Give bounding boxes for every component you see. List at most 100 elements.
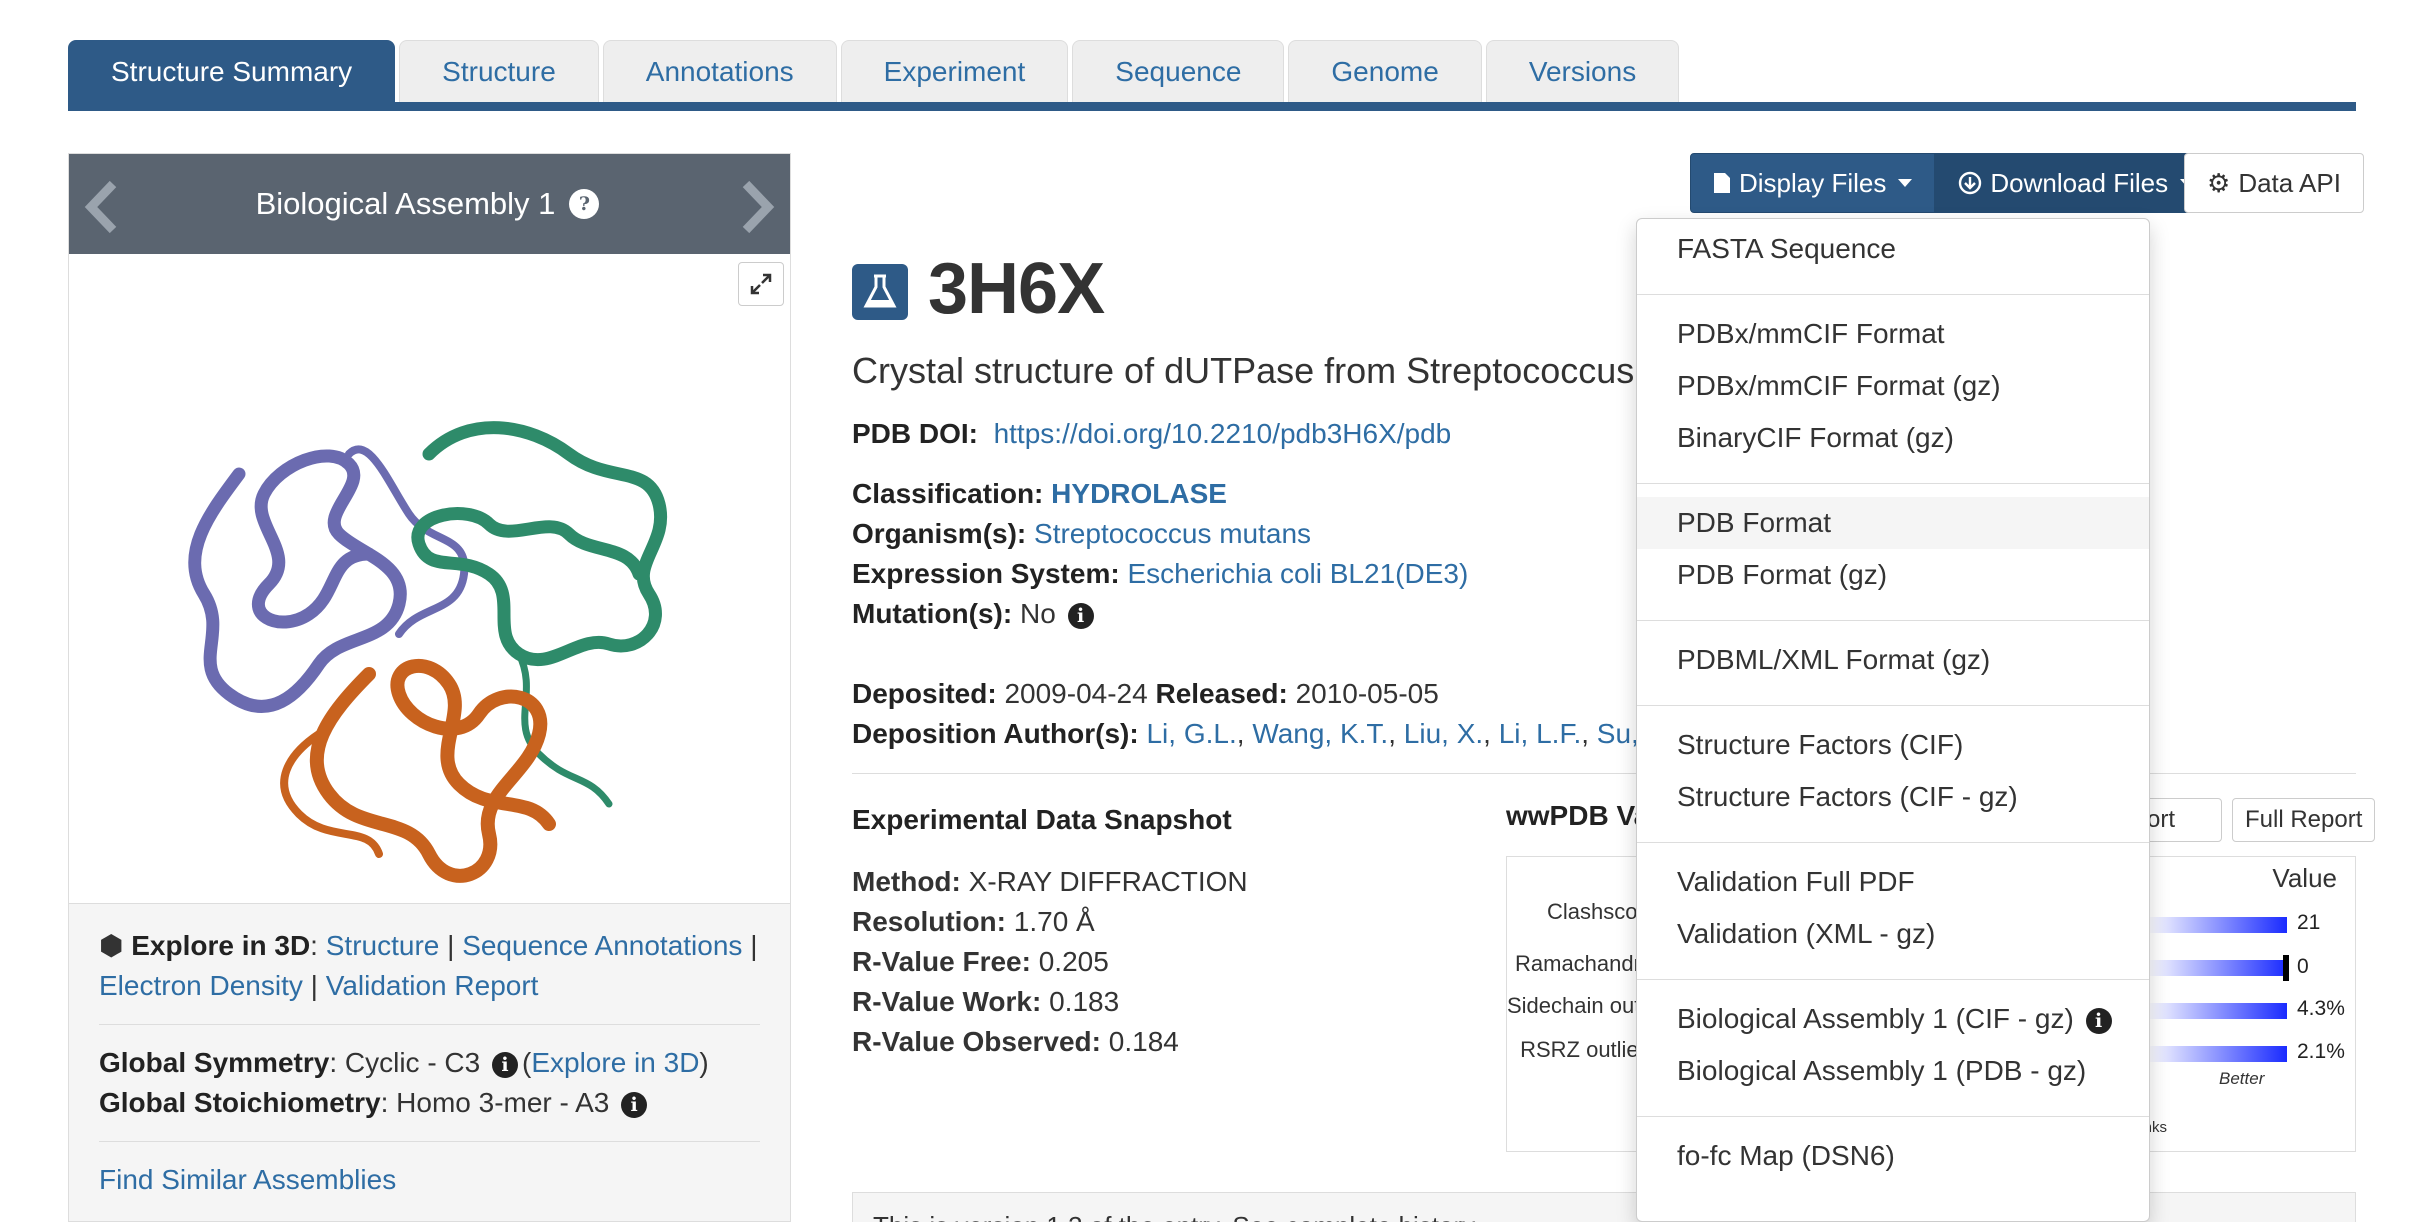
clashscore-bar [2147, 917, 2287, 933]
menu-item-fasta[interactable]: FASTA Sequence [1637, 223, 2149, 275]
version-note-text: This is version 1.3 of the entry. See co… [873, 1211, 1480, 1222]
info-icon[interactable]: i [1067, 602, 1094, 629]
tab-structure-summary[interactable]: Structure Summary [68, 40, 396, 102]
tab-sequence[interactable]: Sequence [1072, 40, 1285, 102]
organism-link[interactable]: Streptococcus mutans [1034, 518, 1311, 549]
data-api-button[interactable]: ⚙ Data API [2184, 153, 2364, 213]
menu-item-pdbml-xml-gz[interactable]: PDBML/XML Format (gz) [1637, 634, 2149, 686]
display-files-button[interactable]: Display Files [1690, 153, 1936, 213]
better-label: Better [2219, 1069, 2265, 1088]
author-link[interactable]: Wang, K.T. [1252, 718, 1388, 749]
tab-underline [68, 102, 2356, 111]
rsrz-label: RSRZ outliers [1520, 1037, 1657, 1062]
menu-item-fofc-map[interactable]: fo-fc Map (DSN6) [1637, 1130, 2149, 1182]
resolution-row: Resolution: 1.70 Å [852, 902, 1248, 942]
ramachandran-value: 0 [2297, 955, 2309, 978]
authors-label: Deposition Author(s): [852, 718, 1139, 749]
chevron-right-icon[interactable] [738, 180, 778, 234]
expression-link[interactable]: Escherichia coli BL21(DE3) [1127, 558, 1468, 589]
menu-divider [1637, 979, 2149, 980]
robs-label: R-Value Observed: [852, 1026, 1101, 1057]
expand-icon[interactable] [738, 262, 784, 306]
info-icon[interactable]: i [621, 1091, 648, 1118]
menu-item-pdb-format[interactable]: PDB Format [1637, 497, 2149, 549]
doi-link[interactable]: https://doi.org/10.2210/pdb3H6X/pdb [994, 418, 1452, 449]
global-symmetry-value: Cyclic - C3 [344, 1047, 481, 1078]
author-link[interactable]: Li, G.L. [1146, 718, 1236, 749]
divider [99, 1024, 760, 1025]
ramachandran-bar [2147, 960, 2287, 976]
file-button-group: Display Files Download Files [1690, 153, 2218, 213]
organism-row: Organism(s): Streptococcus mutans [852, 518, 1311, 550]
clashscore-value: 21 [2297, 911, 2321, 934]
download-icon [1959, 171, 1982, 195]
authors-row: Deposition Author(s): Li, G.L., Wang, K.… [852, 718, 1642, 750]
explore-sequence-annotations-link[interactable]: Sequence Annotations [462, 930, 742, 961]
chevron-left-icon[interactable] [81, 180, 121, 234]
tab-structure[interactable]: Structure [399, 40, 599, 102]
explore-3d-label: Explore in 3D [131, 930, 311, 961]
menu-item-validation-full-pdf[interactable]: Validation Full PDF [1637, 856, 2149, 908]
pdb-id: 3H6X [928, 249, 1105, 329]
released-label: Released: [1155, 678, 1288, 709]
rwork-value: 0.183 [1049, 986, 1120, 1017]
info-icon[interactable]: i [492, 1051, 518, 1078]
global-symmetry-label: Global Symmetry [99, 1047, 330, 1078]
expression-label: Expression System: [852, 558, 1120, 589]
full-report-label: Full Report [2245, 806, 2363, 833]
author-link[interactable]: Liu, X. [1404, 718, 1483, 749]
find-similar-assemblies-link[interactable]: Find Similar Assemblies [99, 1164, 396, 1195]
author-link[interactable]: Li, L.F. [1499, 718, 1581, 749]
method-row: Method: X-RAY DIFFRACTION [852, 862, 1248, 902]
menu-item-assembly-cif-gz[interactable]: Biological Assembly 1 (CIF - gz) i [1637, 993, 2149, 1045]
global-stoichiometry-label: Global Stoichiometry [99, 1087, 381, 1118]
explore-electron-density-link[interactable]: Electron Density [99, 970, 303, 1001]
doi-label: PDB DOI: [852, 418, 978, 449]
method-value: X-RAY DIFFRACTION [968, 866, 1248, 897]
global-stoichiometry-row: Global Stoichiometry: Homo 3-mer - A3 i [99, 1083, 760, 1123]
tab-experiment[interactable]: Experiment [840, 40, 1069, 102]
menu-divider [1637, 705, 2149, 706]
menu-item-structure-factors-cif[interactable]: Structure Factors (CIF) [1637, 719, 2149, 771]
data-api-label: Data API [2238, 167, 2341, 198]
info-icon[interactable]: i [2085, 1007, 2112, 1034]
symmetry-explore-3d-link[interactable]: Explore in 3D [531, 1047, 699, 1078]
organism-label: Organism(s): [852, 518, 1027, 549]
explore-validation-report-link[interactable]: Validation Report [326, 970, 539, 1001]
assembly-panel: Biological Assembly 1 ? ⬢ Explore in 3D:… [68, 153, 791, 1222]
explore-3d-row: ⬢ Explore in 3D: Structure | Sequence An… [99, 930, 758, 1001]
rwork-label: R-Value Work: [852, 986, 1042, 1017]
download-files-dropdown: FASTA Sequence PDBx/mmCIF Format PDBx/mm… [1636, 218, 2150, 1222]
tab-versions[interactable]: Versions [1485, 40, 1680, 102]
tab-genome[interactable]: Genome [1288, 40, 1482, 102]
menu-item-assembly-pdb-gz[interactable]: Biological Assembly 1 (PDB - gz) [1637, 1045, 2149, 1097]
classification-row: Classification: HYDROLASE [852, 478, 1227, 510]
entry-title: Crystal structure of dUTPase from Strept… [852, 350, 1642, 391]
menu-item-pdbx-mmcif-gz[interactable]: PDBx/mmCIF Format (gz) [1637, 360, 2149, 412]
menu-divider [1637, 620, 2149, 621]
menu-item-pdbx-mmcif[interactable]: PDBx/mmCIF Format [1637, 308, 2149, 360]
menu-divider [1637, 842, 2149, 843]
menu-item-binarycif-gz[interactable]: BinaryCIF Format (gz) [1637, 412, 2149, 464]
explore-structure-link[interactable]: Structure [326, 930, 440, 961]
released-value: 2010-05-05 [1295, 678, 1439, 709]
ramachandran-marker [2283, 955, 2289, 981]
gear-icon: ⚙ [2207, 167, 2231, 198]
value-header: Value [2272, 863, 2337, 893]
menu-item-validation-xml-gz[interactable]: Validation (XML - gz) [1637, 908, 2149, 960]
experimental-snapshot: Experimental Data Snapshot Method: X-RAY… [852, 800, 1248, 1062]
menu-divider [1637, 483, 2149, 484]
assembly-3d-view[interactable] [69, 254, 790, 904]
menu-item-assembly-cif-gz-label: Biological Assembly 1 (CIF - gz) [1677, 1003, 2074, 1034]
download-files-button[interactable]: Download Files [1935, 153, 2218, 213]
menu-item-structure-factors-cif-gz[interactable]: Structure Factors (CIF - gz) [1637, 771, 2149, 823]
help-icon[interactable]: ? [569, 189, 600, 219]
tab-bar: Structure Summary Structure Annotations … [68, 40, 1683, 102]
tab-annotations[interactable]: Annotations [602, 40, 837, 102]
sidechain-bar [2147, 1003, 2287, 1019]
menu-item-pdb-format-gz[interactable]: PDB Format (gz) [1637, 549, 2149, 601]
resolution-value: 1.70 Å [1013, 906, 1095, 937]
classification-link[interactable]: HYDROLASE [1051, 478, 1227, 509]
full-report-button[interactable]: Full Report [2232, 798, 2376, 842]
cube-icon: ⬢ [99, 930, 124, 961]
